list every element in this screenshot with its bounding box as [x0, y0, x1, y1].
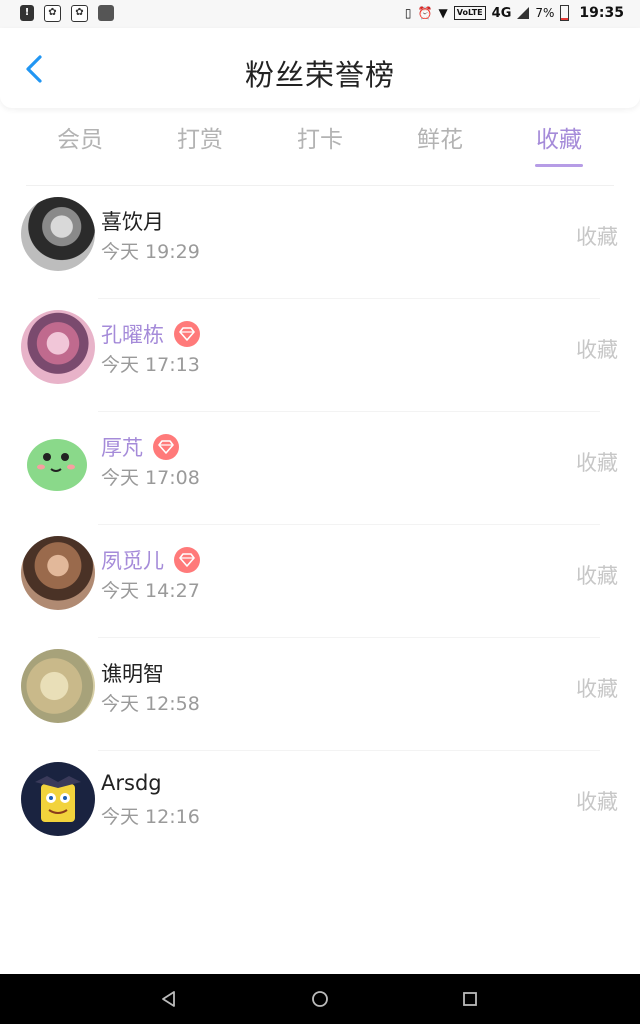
timestamp: 今天 12:58	[101, 693, 200, 715]
user-name: 谯明智	[101, 662, 164, 686]
circle-home-icon	[312, 991, 328, 1007]
fan-list: 喜饮月 今天 19:29 收藏 孔曜栋 今天 17:13 收藏 厚芃 今天 17…	[0, 186, 640, 864]
diamond-icon	[158, 440, 174, 454]
nav-back-button[interactable]	[157, 987, 181, 1011]
timestamp: 今天 17:13	[101, 354, 200, 376]
list-item[interactable]: Arsdg 今天 12:16 收藏	[0, 751, 640, 864]
alarm-icon: ⏰	[417, 6, 433, 20]
avatar	[21, 649, 95, 723]
header: 粉丝荣誉榜	[0, 28, 640, 108]
app-icon	[98, 5, 114, 21]
user-name: 夙觅儿	[101, 549, 164, 573]
alert-icon: !	[20, 5, 34, 21]
system-nav-bar	[0, 974, 640, 1024]
tab-checkin[interactable]: 打卡	[260, 120, 380, 154]
active-tab-indicator	[535, 164, 583, 167]
vip-badge	[174, 321, 200, 347]
diamond-icon	[179, 327, 195, 341]
favorite-label[interactable]: 收藏	[576, 447, 618, 477]
timestamp: 今天 17:08	[101, 467, 200, 489]
user-name: 喜饮月	[101, 210, 164, 234]
paw-icon: ✿	[44, 5, 61, 22]
list-item[interactable]: 孔曜栋 今天 17:13 收藏	[0, 299, 640, 412]
favorite-label[interactable]: 收藏	[576, 786, 618, 816]
vibrate-icon: ▯	[404, 6, 412, 20]
dinosaur-icon	[27, 439, 87, 491]
page-title: 粉丝荣誉榜	[244, 58, 395, 92]
tab-rewards[interactable]: 打赏	[140, 120, 260, 154]
avatar	[21, 536, 95, 610]
triangle-back-icon	[162, 991, 175, 1007]
clock: 19:35	[579, 5, 624, 21]
battery-icon	[560, 5, 570, 21]
vip-badge	[174, 547, 200, 573]
tab-members[interactable]: 会员	[20, 120, 140, 154]
favorite-label[interactable]: 收藏	[576, 221, 618, 251]
favorite-label[interactable]: 收藏	[576, 673, 618, 703]
favorite-label[interactable]: 收藏	[576, 560, 618, 590]
diamond-icon	[179, 553, 195, 567]
list-item[interactable]: 谯明智 今天 12:58 收藏	[0, 638, 640, 751]
avatar	[21, 762, 95, 836]
timestamp: 今天 12:16	[101, 806, 200, 828]
paw-icon: ✿	[71, 5, 88, 22]
timestamp: 今天 19:29	[101, 241, 200, 263]
nav-home-button[interactable]	[308, 987, 332, 1011]
tab-bar: 会员 打赏 打卡 鲜花 收藏	[0, 112, 640, 172]
notification-icons: ! ✿ ✿	[20, 5, 114, 22]
timestamp: 今天 14:27	[101, 580, 200, 602]
list-item[interactable]: 厚芃 今天 17:08 收藏	[0, 412, 640, 525]
user-name: 孔曜栋	[101, 323, 164, 347]
avatar	[21, 310, 95, 384]
status-bar: ! ✿ ✿ ▯ ⏰ ▼ VoLTE 4G 7% 19:35	[0, 0, 640, 28]
square-recent-icon	[463, 992, 477, 1006]
network-label: 4G	[491, 5, 512, 21]
avatar	[21, 197, 95, 271]
tab-flowers[interactable]: 鲜花	[380, 120, 500, 154]
list-item[interactable]: 夙觅儿 今天 14:27 收藏	[0, 525, 640, 638]
volte-label: VoLTE	[453, 6, 486, 20]
signal-icon	[517, 7, 530, 19]
vip-badge	[153, 434, 179, 460]
nav-recent-button[interactable]	[458, 987, 482, 1011]
favorite-label[interactable]: 收藏	[576, 334, 618, 364]
user-name: Arsdg	[101, 771, 162, 795]
tab-favorites[interactable]: 收藏	[499, 120, 619, 154]
list-item[interactable]: 喜饮月 今天 19:29 收藏	[0, 186, 640, 299]
wifi-icon: ▼	[438, 6, 448, 20]
battery-percent: 7%	[535, 6, 555, 20]
cartoon-sponge-icon	[35, 776, 81, 822]
system-icons: ▯ ⏰ ▼ VoLTE 4G 7% 19:35	[405, 5, 624, 21]
user-name: 厚芃	[101, 436, 143, 460]
avatar	[21, 423, 95, 497]
